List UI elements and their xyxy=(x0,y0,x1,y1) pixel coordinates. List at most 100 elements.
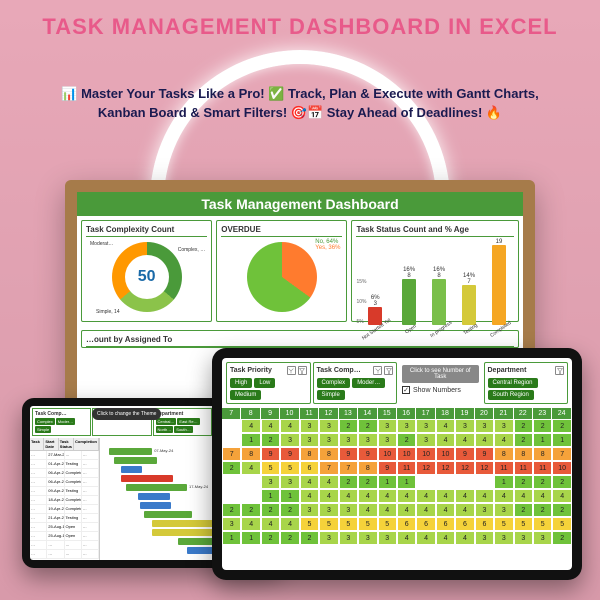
gantt-task-row[interactable]: …18-Apr-24Completed… xyxy=(30,496,99,505)
gantt-bar[interactable] xyxy=(140,502,171,509)
gantt-filter[interactable]: DepartmentCentral…East Re…North…South… xyxy=(153,408,212,436)
gantt-task-row[interactable]: …27-Mar-24…… xyxy=(30,451,99,460)
heatmap-cell: 8 xyxy=(319,447,338,461)
gantt-filter-chip[interactable]: Central… xyxy=(156,418,177,425)
heatmap-cell: 4 xyxy=(378,489,397,503)
gantt-task-row[interactable]: …09-Apr-24Testing… xyxy=(30,487,99,496)
filter-department-title: Department xyxy=(488,367,554,374)
heatmap-cell: 4 xyxy=(514,489,533,503)
gantt-bar[interactable] xyxy=(114,457,158,464)
gantt-cell: Open xyxy=(65,523,82,531)
show-number-button[interactable]: Click to see Number of Task xyxy=(402,365,479,383)
gantt-cell: Testing xyxy=(65,514,82,522)
filter-chip[interactable]: Complex xyxy=(317,378,351,388)
heatmap-cell: 9 xyxy=(378,461,397,475)
heatmap-cell: 4 xyxy=(339,489,358,503)
filter-icon[interactable] xyxy=(384,366,393,375)
heatmap-cell: 4 xyxy=(436,433,455,447)
heatmap-cell: 7 xyxy=(222,447,241,461)
filter-complexity[interactable]: Task Comp… ComplexModer…Simple xyxy=(313,362,398,404)
heatmap-col-header: 9 xyxy=(261,408,280,419)
heatmap-cell: 4 xyxy=(319,489,338,503)
heatmap-cell: 4 xyxy=(261,419,280,433)
show-numbers-checkbox[interactable]: ✓ Show Numbers xyxy=(402,386,479,394)
filter-chip[interactable]: High xyxy=(230,378,252,388)
heatmap-cell: 9 xyxy=(475,447,494,461)
heatmap-cell: 11 xyxy=(533,461,552,475)
heatmap-cell: 6 xyxy=(436,517,455,531)
gantt-cell: 18-Apr-24 xyxy=(47,496,64,504)
filter-chip[interactable]: Central Region xyxy=(488,378,538,388)
gantt-bar[interactable]: 17-May-24 xyxy=(126,484,187,491)
gantt-bar[interactable] xyxy=(152,529,213,536)
gantt-task-row[interactable]: …06-Apr-24Completed… xyxy=(30,478,99,487)
gantt-filter-chip[interactable]: East Re… xyxy=(177,418,199,425)
heatmap-cell: 5 xyxy=(280,461,299,475)
heatmap-cell: 3 xyxy=(533,531,552,545)
gantt-bar[interactable] xyxy=(121,475,173,482)
gantt-task-row[interactable]: …21-Apr-24Testing… xyxy=(30,514,99,523)
gantt-bar[interactable] xyxy=(144,511,193,518)
heatmap-cell: 3 xyxy=(319,419,338,433)
axis-tick: 10% xyxy=(356,299,366,305)
heatmap-cell: 4 xyxy=(552,489,571,503)
heatmap-cell: 2 xyxy=(358,475,377,489)
heatmap-col-header: 15 xyxy=(378,408,397,419)
gantt-bar[interactable] xyxy=(121,466,142,473)
heatmap-cell: 4 xyxy=(397,503,416,517)
gantt-task-row[interactable]: …25-Aug-17Open… xyxy=(30,532,99,541)
heatmap-cell: 2 xyxy=(222,461,241,475)
heatmap-cell: 4 xyxy=(280,517,299,531)
heatmap-filter-row: Task Priority HighLowMedium Task Comp… C… xyxy=(222,358,572,408)
heatmap-cell: 3 xyxy=(494,419,513,433)
heatmap-cell: 9 xyxy=(280,447,299,461)
bar-column: 14%7Testing xyxy=(456,273,482,333)
heatmap-cell: 2 xyxy=(241,503,260,517)
gantt-filter[interactable]: Task Comp…ComplexModer…Simple xyxy=(32,408,91,436)
filter-icon[interactable] xyxy=(555,366,564,375)
clear-filter-icon[interactable] xyxy=(373,366,382,375)
filter-icon[interactable] xyxy=(298,366,307,375)
heatmap-cell: 4 xyxy=(494,489,513,503)
heatmap-cell: 4 xyxy=(241,461,260,475)
gantt-cell: … xyxy=(30,532,47,540)
heatmap-cell xyxy=(475,475,494,489)
gantt-task-row[interactable]: ………… xyxy=(30,550,99,559)
clear-filter-icon[interactable] xyxy=(287,366,296,375)
gantt-filter-chip[interactable]: Complex xyxy=(35,418,55,425)
heatmap-cell: 1 xyxy=(552,433,571,447)
filter-chip[interactable]: Simple xyxy=(317,390,345,400)
gantt-bar-label: 07-May-24 xyxy=(154,448,173,453)
gantt-task-row[interactable]: …01-Apr-24Testing… xyxy=(30,460,99,469)
filter-chip[interactable]: Medium xyxy=(230,390,261,400)
heatmap-cell: 3 xyxy=(339,433,358,447)
filter-chip[interactable]: South Region xyxy=(488,390,534,400)
gantt-task-row[interactable]: …25-Aug-17Open… xyxy=(30,523,99,532)
filter-chip[interactable]: Moder… xyxy=(352,378,385,388)
heatmap-cell: 4 xyxy=(358,503,377,517)
gantt-cell: 21-Apr-24 xyxy=(47,514,64,522)
gantt-task-row[interactable]: ………… xyxy=(30,541,99,550)
dashboard-title: Task Management Dashboard xyxy=(77,192,523,216)
heatmap-cell: 4 xyxy=(280,419,299,433)
heatmap-cell: 4 xyxy=(533,489,552,503)
gantt-cell: … xyxy=(30,514,47,522)
gantt-cell: … xyxy=(82,451,99,459)
heatmap-cell: 5 xyxy=(339,517,358,531)
gantt-bar[interactable]: 07-May-24 xyxy=(109,448,153,455)
gantt-task-row[interactable]: …06-Apr-24Completed… xyxy=(30,469,99,478)
gantt-bar[interactable] xyxy=(138,493,169,500)
gantt-filter-chip[interactable]: South… xyxy=(174,426,192,433)
filter-chip[interactable]: Low xyxy=(254,378,275,388)
heatmap-col-header: 19 xyxy=(455,408,474,419)
gantt-filter-chip[interactable]: North… xyxy=(156,426,174,433)
gantt-filter-chip[interactable]: Simple xyxy=(35,426,51,433)
gantt-filter-chip[interactable]: Moder… xyxy=(56,418,75,425)
bar xyxy=(462,285,476,325)
filter-department[interactable]: Department Central Region South Region xyxy=(484,362,569,404)
gantt-task-row[interactable]: …19-Apr-24Completed… xyxy=(30,505,99,514)
heatmap-cell: 3 xyxy=(416,419,435,433)
heatmap-cell: 8 xyxy=(241,447,260,461)
heatmap-cell: 2 xyxy=(339,419,358,433)
filter-priority[interactable]: Task Priority HighLowMedium xyxy=(226,362,311,404)
